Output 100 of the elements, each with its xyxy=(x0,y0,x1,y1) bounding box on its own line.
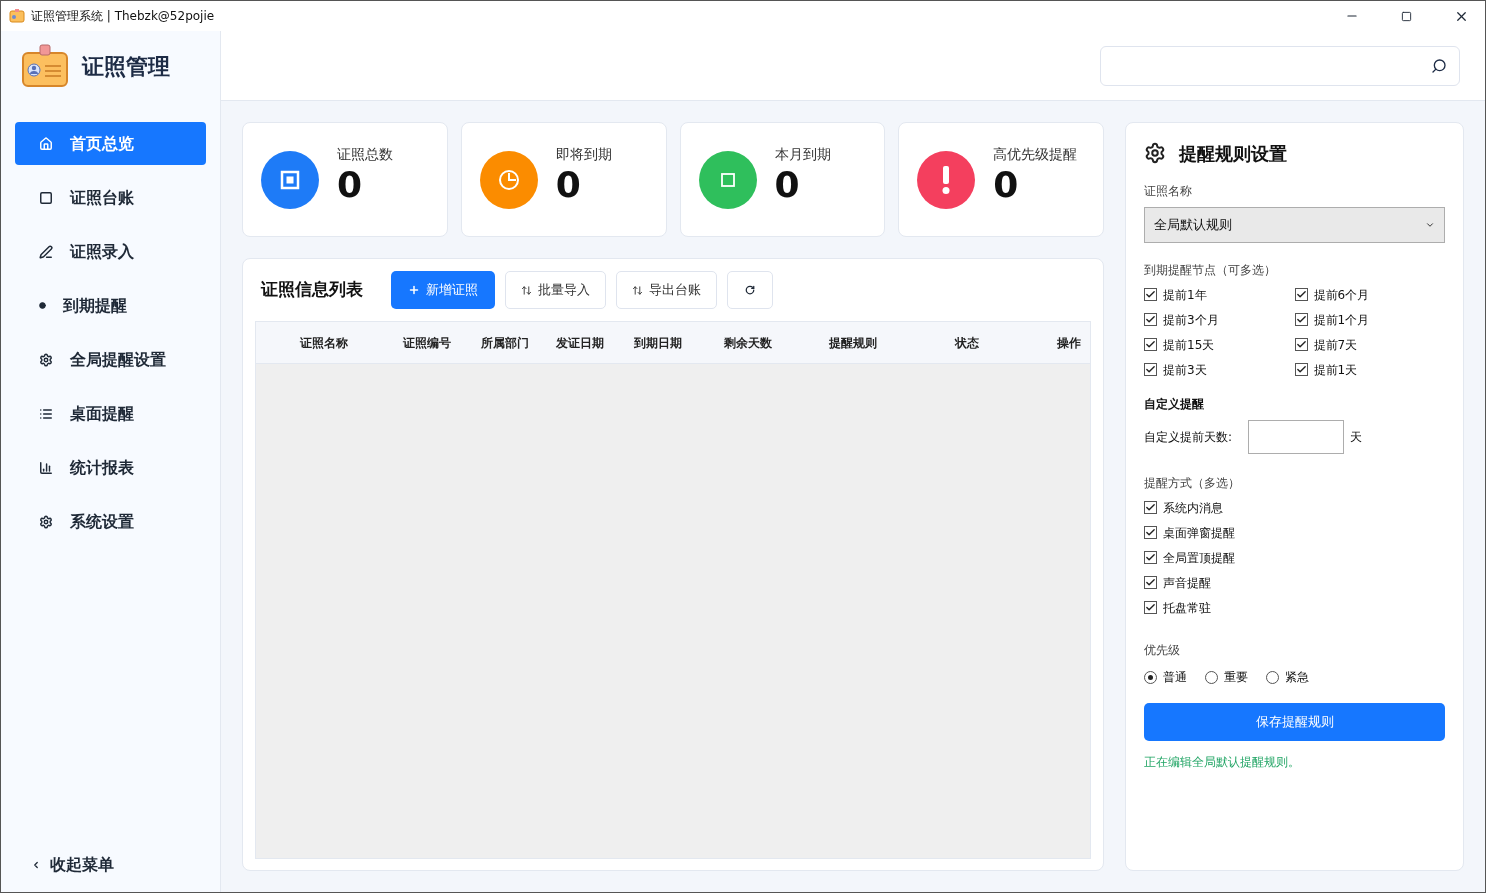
window-title: 证照管理系统 | Thebzk@52pojie xyxy=(31,8,215,25)
field-label: 自定义提前天数: xyxy=(1144,429,1234,446)
column-header: 证照名称 xyxy=(300,334,348,352)
checkbox[interactable] xyxy=(1144,601,1157,614)
days-input-field[interactable] xyxy=(1248,420,1344,454)
nav-item[interactable]: 全局提醒设置 xyxy=(15,338,206,381)
nav-item[interactable]: 桌面提醒 xyxy=(15,392,206,435)
column-header: 状态 xyxy=(955,334,979,352)
rule-dropdown[interactable]: 全局默认规则 xyxy=(1144,207,1445,243)
checkbox[interactable] xyxy=(1294,313,1308,326)
radio-label: 普通 xyxy=(1163,669,1187,686)
plus-icon xyxy=(408,284,420,296)
search-icon xyxy=(1431,57,1447,74)
checkbox-label: 提前1个月 xyxy=(1313,311,1370,329)
export-button[interactable]: 导出台账 xyxy=(616,271,717,309)
checkbox[interactable] xyxy=(1294,363,1308,376)
pencil-icon xyxy=(39,244,53,259)
checkbox[interactable] xyxy=(1144,313,1157,326)
checkbox-label: 提前3天 xyxy=(1163,361,1207,379)
stat-value: 0 xyxy=(774,165,801,205)
checkbox-label: 托盘常驻 xyxy=(1163,599,1211,617)
nav-item[interactable]: 证照台账 xyxy=(15,176,206,219)
chevron-left-icon xyxy=(31,860,41,870)
home-icon xyxy=(39,136,53,151)
gear-icon xyxy=(39,352,53,367)
checkbox[interactable] xyxy=(1144,501,1157,514)
nav-item[interactable]: 证照录入 xyxy=(15,230,206,273)
checkbox-label: 声音提醒 xyxy=(1163,574,1211,592)
checkbox-label: 桌面弹窗提醒 xyxy=(1163,524,1235,542)
radio-button[interactable] xyxy=(1144,670,1157,684)
radio-button[interactable] xyxy=(1266,670,1279,684)
gear-icon xyxy=(1144,142,1166,164)
field-label: 提醒方式（多选） xyxy=(1144,475,1241,492)
checkbox[interactable] xyxy=(1144,338,1157,351)
stat-label: 即将到期 xyxy=(555,145,612,164)
chevron-down-icon xyxy=(1425,220,1435,230)
nav-item[interactable]: 首页总览 xyxy=(15,122,206,165)
collapse-menu-button[interactable]: 收起菜单 xyxy=(31,855,220,875)
field-label: 到期提醒节点（可多选） xyxy=(1144,262,1277,279)
checkbox[interactable] xyxy=(1144,288,1157,301)
square-icon xyxy=(39,190,53,205)
checkbox[interactable] xyxy=(1294,338,1308,351)
field-label: 证照名称 xyxy=(1144,183,1193,200)
column-header: 提醒规则 xyxy=(829,334,877,352)
subsection-title: 自定义提醒 xyxy=(1144,396,1205,413)
section-title: 证照信息列表 xyxy=(261,278,363,302)
status-message: 正在编辑全局默认提醒规则。 xyxy=(1144,754,1301,771)
column-header: 所属部门 xyxy=(481,334,529,352)
gear-icon xyxy=(39,514,53,529)
column-header: 剩余天数 xyxy=(723,334,772,352)
panel-title: 提醒规则设置 xyxy=(1179,141,1287,166)
add-button[interactable]: 新增证照 xyxy=(391,271,495,309)
checkbox-label: 全局置顶提醒 xyxy=(1163,549,1235,567)
stat-label: 高优先级提醒 xyxy=(993,145,1078,164)
checkbox-label: 提前3个月 xyxy=(1163,311,1219,329)
column-header: 发证日期 xyxy=(555,334,604,352)
import-button[interactable]: 批量导入 xyxy=(505,271,606,309)
radio-label: 重要 xyxy=(1224,669,1248,686)
checkbox-label: 提前7天 xyxy=(1313,336,1358,354)
clock-icon xyxy=(497,168,520,191)
exclamation-icon xyxy=(942,165,951,194)
app-icon xyxy=(9,9,25,23)
arrows-icon xyxy=(632,284,643,296)
stat-label: 本月到期 xyxy=(774,145,831,164)
checkbox-label: 提前1年 xyxy=(1163,286,1207,304)
nav-item[interactable]: 系统设置 xyxy=(15,500,206,543)
maximize-icon[interactable] xyxy=(1401,10,1412,22)
arrows-icon xyxy=(521,284,532,296)
checkbox[interactable] xyxy=(1294,288,1308,301)
nav-item[interactable]: 统计报表 xyxy=(15,446,206,489)
checkbox[interactable] xyxy=(1144,551,1157,564)
bar-chart-icon xyxy=(39,460,53,475)
nav-item[interactable]: 到期提醒 xyxy=(15,284,206,327)
dot-icon xyxy=(39,302,46,309)
checkbox-label: 系统内消息 xyxy=(1163,499,1223,517)
app-name: 证照管理 xyxy=(82,52,170,81)
search-field[interactable] xyxy=(1100,45,1460,86)
square-icon xyxy=(720,172,735,187)
checkbox-label: 提前15天 xyxy=(1163,336,1215,354)
column-header: 证照编号 xyxy=(403,334,451,352)
checkbox[interactable] xyxy=(1144,526,1157,539)
stat-value: 0 xyxy=(555,165,582,205)
unit-label: 天 xyxy=(1350,429,1362,446)
column-header: 操作 xyxy=(1057,334,1081,352)
refresh-icon xyxy=(745,285,755,295)
field-label: 优先级 xyxy=(1144,642,1181,659)
stat-value: 0 xyxy=(337,165,364,205)
radio-label: 紧急 xyxy=(1285,669,1309,686)
radio-button[interactable] xyxy=(1205,670,1218,684)
column-header: 到期日期 xyxy=(634,334,682,352)
square-icon xyxy=(280,169,300,190)
id-card-icon xyxy=(21,44,69,88)
checkbox-label: 提前1天 xyxy=(1313,361,1358,379)
checkbox[interactable] xyxy=(1144,576,1157,589)
checkbox-label: 提前6个月 xyxy=(1313,286,1370,304)
save-button[interactable]: 保存提醒规则 xyxy=(1144,703,1445,741)
stat-value: 0 xyxy=(993,165,1020,205)
stat-label: 证照总数 xyxy=(337,145,393,164)
list-icon xyxy=(39,406,53,421)
checkbox[interactable] xyxy=(1144,363,1157,376)
